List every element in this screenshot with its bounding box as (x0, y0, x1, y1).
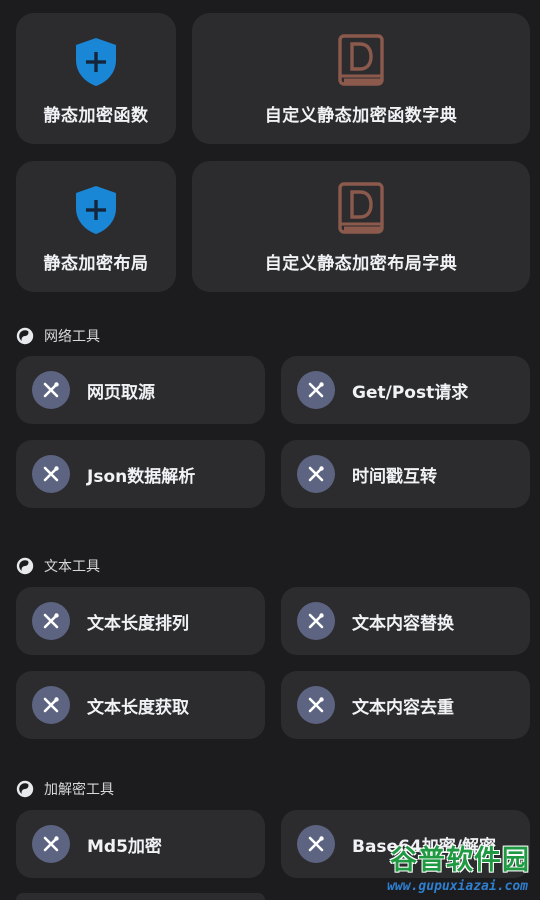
tool-label: 时间戳互转 (352, 466, 437, 487)
section-header-network: 网络工具 (16, 325, 100, 347)
tools-icon (297, 825, 335, 863)
card-label: 自定义静态加密布局字典 (264, 254, 458, 274)
static-encrypt-layout-card[interactable]: 静态加密布局 (16, 161, 176, 292)
tool-label: 文本长度排列 (87, 613, 189, 634)
tool-text-length-sort[interactable]: 文本长度排列 (16, 587, 265, 655)
tools-icon (297, 602, 335, 640)
section-title: 加解密工具 (44, 782, 114, 798)
site-watermark: 谷普软件园 www.gupuxiazai.com (366, 836, 534, 896)
watermark-title: 谷普软件园 (390, 845, 530, 876)
tool-web-source[interactable]: 网页取源 (16, 356, 265, 424)
tools-icon (32, 455, 70, 493)
tools-screen: 静态加密函数 自定义静态加密函数字典 静态加密布局 自定义静态加密布局字典 网络… (0, 0, 540, 900)
shield-plus-icon (74, 185, 118, 239)
tools-icon (32, 686, 70, 724)
tool-timestamp-convert[interactable]: 时间戳互转 (281, 440, 530, 508)
tool-md5-encrypt[interactable]: Md5加密 (16, 810, 265, 878)
tool-label: 文本长度获取 (87, 697, 189, 718)
tool-text-replace[interactable]: 文本内容替换 (281, 587, 530, 655)
section-swirl-icon (16, 327, 34, 345)
card-label: 静态加密函数 (43, 106, 149, 126)
watermark-url: www.gupuxiazai.com (387, 879, 528, 894)
static-encrypt-function-card[interactable]: 静态加密函数 (16, 13, 176, 144)
tool-partial-row[interactable] (16, 893, 265, 900)
section-title: 网络工具 (44, 329, 100, 345)
tools-icon (297, 686, 335, 724)
tool-text-length-get[interactable]: 文本长度获取 (16, 671, 265, 739)
tools-icon (32, 825, 70, 863)
section-header-crypto: 加解密工具 (16, 778, 114, 800)
tool-get-post-request[interactable]: Get/Post请求 (281, 356, 530, 424)
tool-text-dedupe[interactable]: 文本内容去重 (281, 671, 530, 739)
tool-label: Md5加密 (87, 836, 162, 857)
tool-json-parse[interactable]: Json数据解析 (16, 440, 265, 508)
dictionary-book-icon (338, 34, 384, 92)
tools-icon (297, 371, 335, 409)
card-label: 静态加密布局 (43, 254, 149, 274)
custom-layout-dictionary-card[interactable]: 自定义静态加密布局字典 (192, 161, 530, 292)
section-title: 文本工具 (44, 559, 100, 575)
tools-icon (32, 371, 70, 409)
shield-plus-icon (74, 37, 118, 91)
tool-label: Json数据解析 (87, 466, 196, 487)
tool-label: 网页取源 (87, 382, 155, 403)
tool-label: Get/Post请求 (352, 382, 469, 403)
dictionary-book-icon (338, 182, 384, 240)
section-swirl-icon (16, 780, 34, 798)
card-label: 自定义静态加密函数字典 (264, 106, 458, 126)
section-swirl-icon (16, 557, 34, 575)
custom-function-dictionary-card[interactable]: 自定义静态加密函数字典 (192, 13, 530, 144)
tools-icon (297, 455, 335, 493)
section-header-text: 文本工具 (16, 555, 100, 577)
tools-icon (32, 602, 70, 640)
tool-label: 文本内容去重 (352, 697, 454, 718)
tool-label: 文本内容替换 (352, 613, 454, 634)
